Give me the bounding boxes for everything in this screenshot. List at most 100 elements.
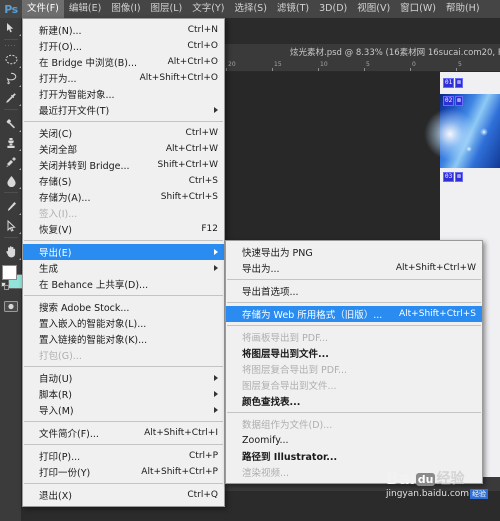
menubar-item-8[interactable]: 视图(V) [352,0,395,18]
foreground-color-swatch[interactable] [2,265,17,280]
menu-item-label: 数据组作为文件(D)... [242,420,333,431]
menu-item[interactable]: 导出为... Alt+Shift+Ctrl+W [226,260,482,276]
lasso-tool[interactable] [0,69,22,88]
menu-item[interactable]: 生成 [23,260,224,276]
menu-item-label: 最近打开文件(T) [39,106,110,117]
menu-item[interactable]: Zoomify... [226,432,482,448]
layer-mask-icon: ⊠ [455,96,463,106]
menu-item-shortcut: Alt+Shift+Ctrl+P [141,467,218,477]
menu-item[interactable]: 导出首选项... [226,283,482,299]
menu-item[interactable]: 退出(X) Ctrl+Q [23,487,224,503]
ruler-tick: 5 [456,61,462,71]
menu-item[interactable]: 关闭全部 Alt+Ctrl+W [23,141,224,157]
menu-item-label: 导出为... [242,264,280,275]
menu-item-label: 在 Bridge 中浏览(B)... [39,58,137,69]
menu-item[interactable]: 颜色查找表... [226,393,482,409]
menu-item[interactable]: 打开为智能对象... [23,86,224,102]
ruler-tick: 20 [226,61,236,71]
chevron-right-icon [214,265,218,271]
chevron-right-icon [214,375,218,381]
default-colors-icon[interactable] [1,282,9,290]
menu-item[interactable]: 打开(O)... Ctrl+O [23,38,224,54]
quick-mask-tool[interactable] [0,297,22,316]
menu-item-label: 导出首选项... [242,287,299,298]
menu-item: 打包(G)... [23,347,224,363]
menu-item: 将图层复合导出到 PDF... [226,361,482,377]
menu-item[interactable]: 脚本(R) [23,386,224,402]
menu-item-label: 快速导出为 PNG [242,248,313,259]
menu-item[interactable]: 存储为 Web 所用格式（旧版）... Alt+Shift+Ctrl+S [226,306,482,322]
menu-item[interactable]: 导出(E) [23,244,224,260]
menubar-item-9[interactable]: 窗口(W) [395,0,441,18]
layer-badge-number: 02 [443,96,455,106]
menu-separator [227,412,481,413]
export-submenu[interactable]: 快速导出为 PNG 导出为... Alt+Shift+Ctrl+W 导出首选项... 存… [225,240,483,484]
menubar-item-10[interactable]: 帮助(H) [441,0,485,18]
menu-item: 数据组作为文件(D)... [226,416,482,432]
menu-item[interactable]: 置入链接的智能对象(K)... [23,331,224,347]
photoshop-logo-icon: Ps [4,2,18,16]
menu-item-shortcut: Ctrl+S [188,176,218,186]
menu-item: 签入(I)... [23,205,224,221]
menu-item[interactable]: 自动(U) [23,370,224,386]
menu-item-shortcut: Ctrl+N [187,25,218,35]
menu-item-label: 新建(N)... [39,26,82,37]
pen-tool[interactable] [0,197,22,216]
menu-item-label: 打印一份(Y) [39,468,91,479]
menu-item[interactable]: 置入嵌入的智能对象(L)... [23,315,224,331]
menu-item-label: 将画板导出到 PDF... [242,333,329,344]
menu-item[interactable]: 关闭(C) Ctrl+W [23,125,224,141]
menu-item[interactable]: 导入(M) [23,402,224,418]
menubar-item-6[interactable]: 滤镜(T) [272,0,314,18]
menu-item[interactable]: 打印(P)... Ctrl+P [23,448,224,464]
menu-item[interactable]: 搜索 Adobe Stock... [23,299,224,315]
menu-item[interactable]: 在 Behance 上共享(D)... [23,276,224,292]
file-menu[interactable]: 新建(N)... Ctrl+N 打开(O)... Ctrl+O 在 Bridge 中浏览… [22,18,225,507]
menu-item[interactable]: 路径到 Illustrator... [226,448,482,464]
watermark-tag: 经验 [470,489,489,499]
menubar-item-7[interactable]: 3D(D) [314,0,352,18]
menu-item[interactable]: 打印一份(Y) Alt+Shift+Ctrl+P [23,464,224,480]
blur-tool[interactable] [0,171,22,190]
move-tool[interactable] [0,18,22,37]
menu-item[interactable]: 最近打开文件(T) [23,102,224,118]
menu-item-shortcut: Alt+Shift+Ctrl+S [399,309,476,319]
menu-item-shortcut: Shift+Ctrl+W [157,160,218,170]
menu-item[interactable]: 打开为... Alt+Shift+Ctrl+O [23,70,224,86]
menubar-item-4[interactable]: 文字(Y) [187,0,229,18]
menu-item[interactable]: 关闭并转到 Bridge... Shift+Ctrl+W [23,157,224,173]
clone-stamp-tool[interactable] [0,133,22,152]
menu-item[interactable]: 存储(S) Ctrl+S [23,173,224,189]
chevron-right-icon [214,391,218,397]
menu-item-label: 将图层复合导出到 PDF... [242,365,348,376]
color-swatches[interactable] [0,263,23,293]
path-selection-tool[interactable] [0,216,22,235]
watermark-url: jingyan.baidu.com [386,489,470,499]
menu-item[interactable]: 新建(N)... Ctrl+N [23,22,224,38]
menu-item[interactable]: 存储为(A)... Shift+Ctrl+S [23,189,224,205]
watermark-jingyan: 经验 [436,470,465,487]
menubar-item-2[interactable]: 图像(I) [106,0,145,18]
menu-item-label: 关闭全部 [39,145,78,156]
menubar-item-0[interactable]: 文件(F) [22,0,64,18]
menu-item[interactable]: 文件简介(F)... Alt+Shift+Ctrl+I [23,425,224,441]
menu-item[interactable]: 在 Bridge 中浏览(B)... Alt+Ctrl+O [23,54,224,70]
menu-item-shortcut: Ctrl+W [185,128,218,138]
menu-separator [24,366,223,367]
menu-item-label: 搜索 Adobe Stock... [39,303,130,314]
menubar-item-3[interactable]: 图层(L) [146,0,188,18]
menu-item[interactable]: 快速导出为 PNG [226,244,482,260]
menu-item-label: 生成 [39,264,59,275]
healing-brush-tool[interactable] [0,114,22,133]
menu-item[interactable]: 将图层导出到文件... [226,345,482,361]
menubar-item-1[interactable]: 编辑(E) [64,0,106,18]
menubar-item-5[interactable]: 选择(S) [229,0,271,18]
marquee-tool[interactable] [0,50,22,69]
menu-item[interactable]: 恢复(V) F12 [23,221,224,237]
history-brush-tool[interactable] [0,152,22,171]
watermark-du: du [415,472,436,486]
photoshop-window: Ps 文件(F) 编辑(E) 图像(I) 图层(L) 文字(Y) 选择(S) 滤镜(T) 3D… [0,0,500,521]
eyedropper-tool[interactable] [0,88,22,107]
hand-tool[interactable] [0,242,22,261]
layer-badge-number: 01 [443,78,455,88]
